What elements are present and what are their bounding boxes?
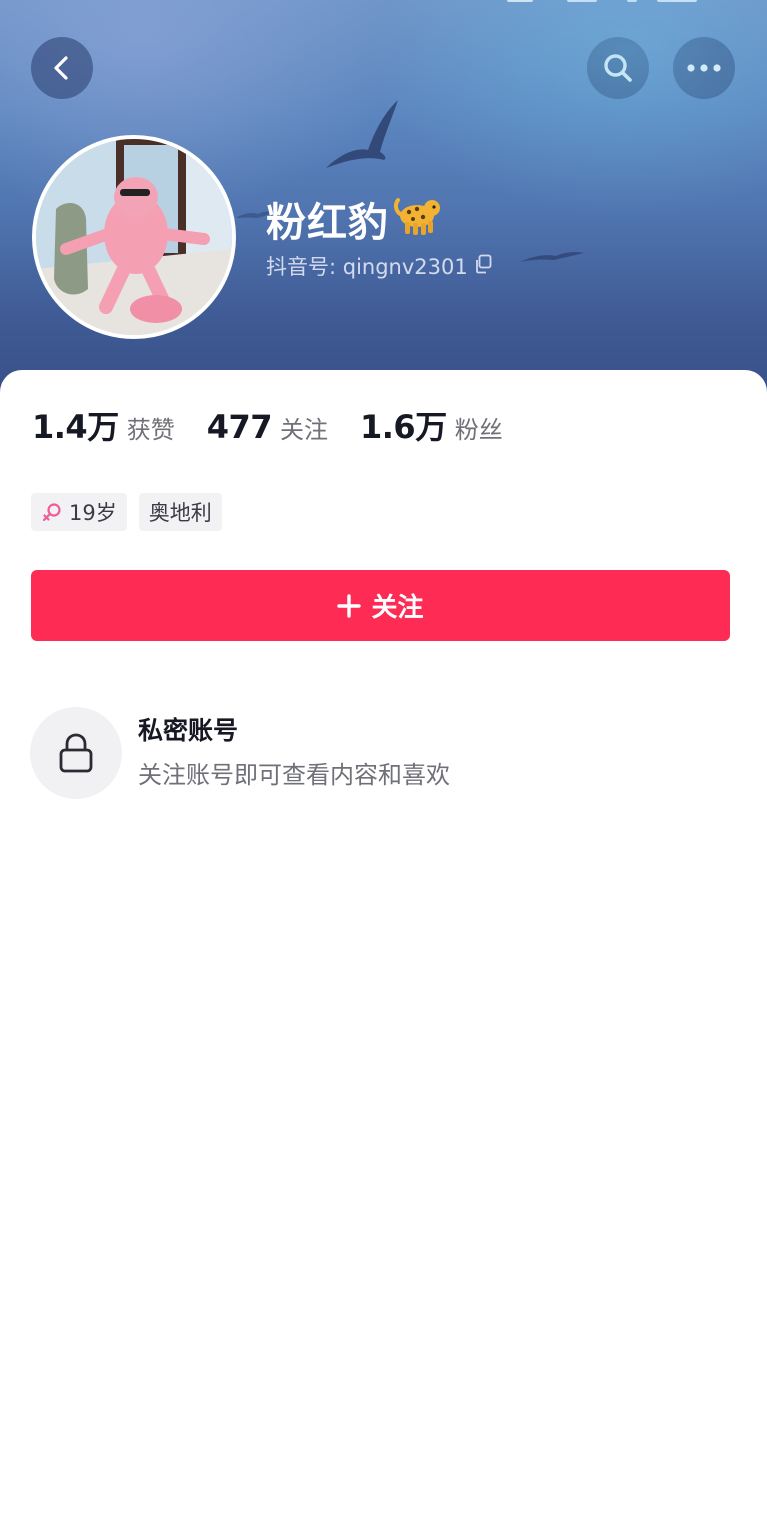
more-dots-icon	[687, 64, 721, 72]
chevron-left-icon	[54, 56, 68, 80]
avatar[interactable]	[32, 135, 236, 339]
stat-value: 1.6万	[360, 408, 447, 446]
status-bar	[507, 0, 707, 6]
private-account-notice: 私密账号 关注账号即可查看内容和喜欢	[30, 707, 450, 799]
account-id-text: 抖音号: qingnv2301	[266, 255, 468, 279]
profile-tags: 19岁 奥地利	[31, 493, 234, 531]
stat-value: 477	[206, 408, 273, 446]
private-account-title: 私密账号	[138, 716, 239, 745]
follow-button[interactable]: 关注	[31, 570, 730, 641]
back-button[interactable]	[31, 37, 93, 99]
leopard-icon	[393, 192, 443, 253]
search-button[interactable]	[587, 37, 649, 99]
location-tag: 奥地利	[138, 493, 222, 531]
profile-page: 粉红豹 抖音号: qingnv2301 1.4万 获赞 477 关注 1.6万 …	[0, 0, 767, 1536]
lock-icon	[30, 707, 122, 799]
private-account-text: 私密账号 关注账号即可查看内容和喜欢	[138, 713, 450, 793]
age-tag: 19岁	[31, 493, 127, 531]
profile-name: 粉红豹	[266, 192, 443, 253]
more-button[interactable]	[673, 37, 735, 99]
profile-content-card	[0, 370, 767, 1536]
location-text: 奥地利	[148, 501, 212, 525]
search-icon	[604, 54, 632, 82]
stat-value: 1.4万	[32, 408, 119, 446]
plus-icon	[337, 593, 362, 618]
stat-label: 粉丝	[454, 416, 503, 444]
profile-name-text: 粉红豹	[266, 199, 389, 246]
private-account-subtitle: 关注账号即可查看内容和喜欢	[138, 761, 450, 789]
female-icon	[41, 501, 63, 523]
profile-header-background: 粉红豹 抖音号: qingnv2301	[0, 0, 767, 400]
account-id: 抖音号: qingnv2301	[266, 252, 492, 282]
stat-label: 获赞	[126, 416, 175, 444]
stat-followers[interactable]: 1.6万 粉丝	[360, 402, 503, 448]
stat-likes[interactable]: 1.4万 获赞	[32, 402, 175, 448]
copy-icon[interactable]	[474, 252, 492, 282]
avatar-image	[36, 139, 232, 335]
profile-stats: 1.4万 获赞 477 关注 1.6万 粉丝	[32, 402, 535, 452]
age-text: 19岁	[69, 501, 117, 525]
follow-button-label: 关注	[371, 593, 424, 623]
stat-label: 关注	[280, 416, 328, 444]
stat-following[interactable]: 477 关注	[207, 408, 328, 446]
